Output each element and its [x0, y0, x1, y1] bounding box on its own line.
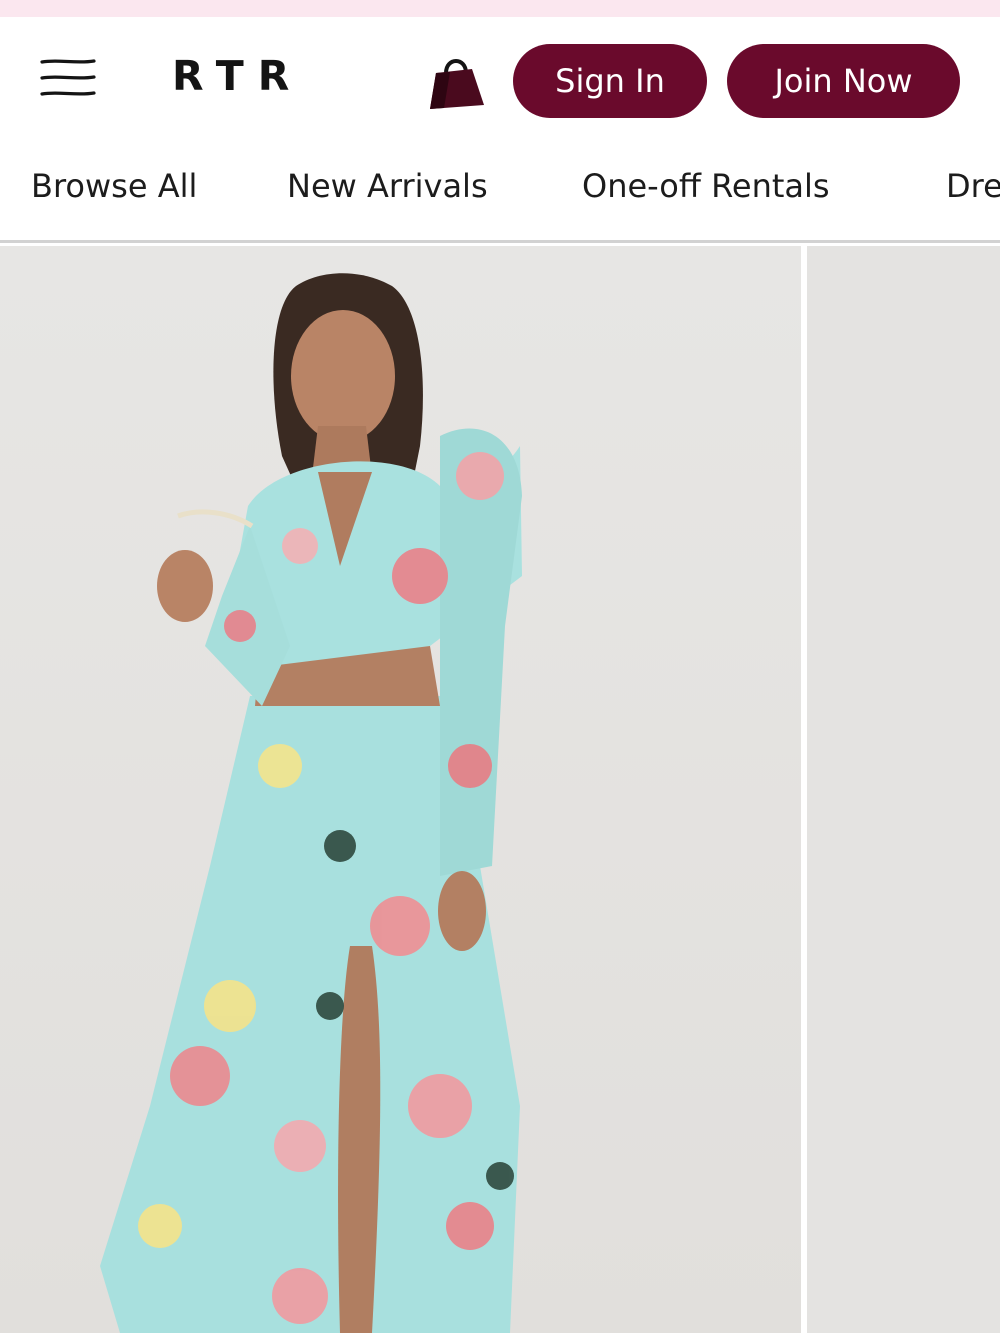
sign-in-button[interactable]: Sign In [513, 44, 707, 118]
nav-item-new-arrivals[interactable]: New Arrivals [287, 167, 488, 205]
nav-item-browse-all[interactable]: Browse All [31, 167, 197, 205]
product-image [0, 246, 801, 1333]
join-now-button[interactable]: Join Now [727, 44, 960, 118]
product-card-next[interactable] [807, 246, 1000, 1333]
site-header: RTR Sign In Join Now [0, 17, 1000, 139]
category-nav: Browse All New Arrivals One-off Rentals … [0, 139, 1000, 243]
nav-item-one-off-rentals[interactable]: One-off Rentals [582, 167, 830, 205]
nav-item-dresses[interactable]: Dre [946, 167, 1000, 205]
logo[interactable]: RTR [172, 52, 303, 100]
shopping-bag-icon[interactable] [424, 51, 490, 113]
promo-strip [0, 0, 1000, 17]
product-card[interactable] [0, 246, 801, 1333]
product-grid [0, 246, 1000, 1333]
hamburger-menu-icon[interactable] [36, 55, 98, 101]
